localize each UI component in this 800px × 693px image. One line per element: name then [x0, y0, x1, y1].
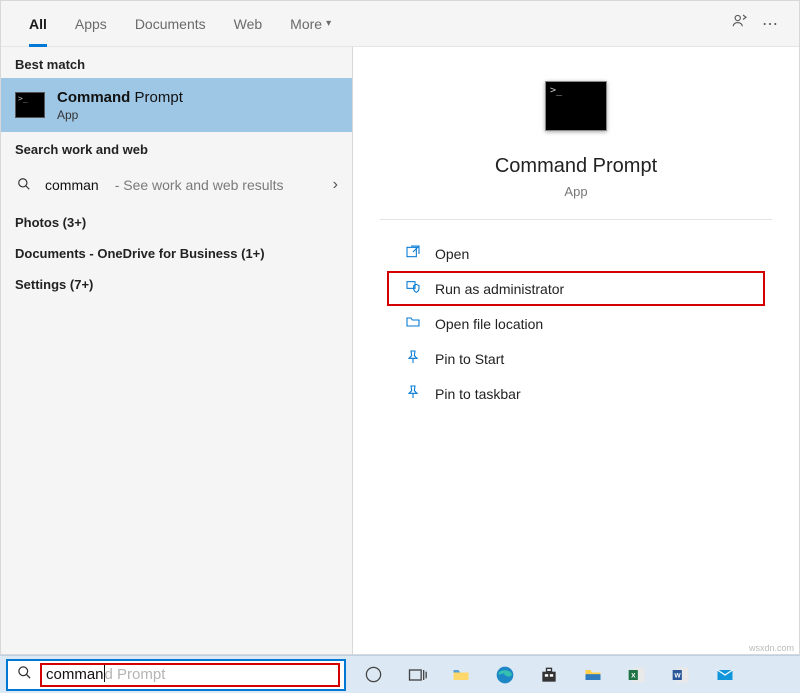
chevron-right-icon[interactable]: ›	[333, 176, 338, 194]
section-best-match: Best match	[1, 47, 352, 78]
best-match-result[interactable]: Command Prompt App	[1, 78, 352, 132]
feedback-icon[interactable]	[725, 12, 755, 35]
taskbar-icons: X W	[352, 657, 746, 693]
preview-actions: Open Run as administrator Open file loca…	[353, 236, 799, 411]
best-match-subtitle: App	[57, 108, 183, 122]
store-icon[interactable]	[528, 657, 570, 693]
action-pin-start-label: Pin to Start	[435, 351, 504, 367]
svg-text:X: X	[631, 672, 636, 679]
best-match-title-rest: Prompt	[130, 89, 183, 106]
admin-shield-icon	[405, 279, 421, 298]
tab-documents[interactable]: Documents	[121, 1, 220, 47]
action-open-label: Open	[435, 246, 469, 262]
taskbar-search-box[interactable]: command Prompt	[6, 659, 346, 691]
pin-icon	[405, 349, 421, 368]
tab-all[interactable]: All	[15, 1, 61, 47]
best-match-title-bold: Command	[57, 89, 130, 106]
action-pin-to-start[interactable]: Pin to Start	[353, 341, 799, 376]
cortana-icon[interactable]	[352, 657, 394, 693]
results-column: Best match Command Prompt App Search wor…	[1, 47, 353, 654]
search-tabs: All Apps Documents Web More ▾ ⋯	[1, 1, 799, 47]
action-open-loc-label: Open file location	[435, 316, 543, 332]
search-typed-text: comman	[46, 666, 104, 683]
action-pin-taskbar-label: Pin to taskbar	[435, 386, 521, 402]
chevron-down-icon: ▾	[326, 18, 331, 29]
action-open[interactable]: Open	[353, 236, 799, 271]
web-search-hint: - See work and web results	[115, 177, 284, 193]
watermark: wsxdn.com	[749, 643, 794, 653]
tab-web-label: Web	[234, 16, 263, 32]
search-input[interactable]: command Prompt	[40, 663, 340, 687]
command-prompt-icon	[15, 92, 45, 118]
file-explorer-icon[interactable]	[440, 657, 482, 693]
action-run-admin-label: Run as administrator	[435, 281, 564, 297]
word-icon[interactable]: W	[660, 657, 702, 693]
group-documents[interactable]: Documents - OneDrive for Business (1+)	[1, 238, 352, 269]
web-search-term: comman	[45, 177, 99, 193]
tab-apps-label: Apps	[75, 16, 107, 32]
web-search-suggestion[interactable]: comman - See work and web results ›	[1, 163, 352, 207]
file-explorer-icon[interactable]	[572, 657, 614, 693]
action-pin-to-taskbar[interactable]: Pin to taskbar	[353, 376, 799, 411]
action-run-as-administrator[interactable]: Run as administrator	[387, 271, 765, 306]
preview-pane: Command Prompt App Open Run as administr…	[353, 47, 799, 654]
best-match-title: Command Prompt	[57, 89, 183, 106]
group-settings[interactable]: Settings (7+)	[1, 269, 352, 300]
search-ghost-text: d Prompt	[105, 666, 166, 683]
search-icon	[8, 665, 40, 684]
open-icon	[405, 244, 421, 263]
tab-documents-label: Documents	[135, 16, 206, 32]
command-prompt-icon-large	[545, 81, 607, 131]
tab-web[interactable]: Web	[220, 1, 277, 47]
preview-subtitle: App	[564, 184, 587, 199]
preview-divider	[380, 219, 772, 220]
group-photos[interactable]: Photos (3+)	[1, 207, 352, 238]
folder-icon	[405, 314, 421, 333]
windows-search-panel: All Apps Documents Web More ▾ ⋯ Best mat…	[0, 0, 800, 655]
tab-all-label: All	[29, 16, 47, 32]
excel-icon[interactable]: X	[616, 657, 658, 693]
action-open-file-location[interactable]: Open file location	[353, 306, 799, 341]
taskbar: command Prompt X W	[0, 655, 800, 693]
task-view-icon[interactable]	[396, 657, 438, 693]
pin-icon	[405, 384, 421, 403]
section-work-web: Search work and web	[1, 132, 352, 163]
more-options-icon[interactable]: ⋯	[755, 14, 785, 34]
preview-title: Command Prompt	[495, 155, 657, 178]
svg-text:W: W	[674, 672, 681, 679]
edge-icon[interactable]	[484, 657, 526, 693]
tab-more[interactable]: More ▾	[276, 1, 345, 47]
mail-icon[interactable]	[704, 657, 746, 693]
tab-apps[interactable]: Apps	[61, 1, 121, 47]
search-icon	[15, 177, 33, 194]
tab-more-label: More	[290, 16, 322, 32]
